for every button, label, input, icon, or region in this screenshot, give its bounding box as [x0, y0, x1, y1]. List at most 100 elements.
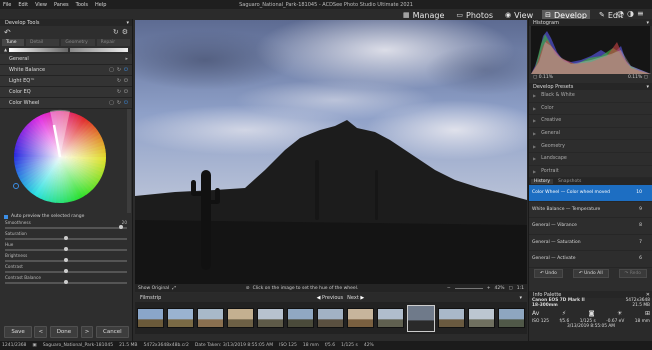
pin-icon[interactable]: ▾	[126, 20, 129, 26]
image-viewer[interactable]	[135, 20, 527, 286]
preset-category[interactable]: ▶ Geometry	[529, 140, 652, 153]
tab-snapshots[interactable]: Snapshots	[555, 179, 584, 184]
stats-icon[interactable]: ◔	[617, 9, 624, 18]
warning-icon[interactable]: ▲	[4, 47, 7, 52]
pin-icon[interactable]: ▾	[646, 84, 649, 90]
slider-track[interactable]	[5, 258, 127, 262]
menu-file[interactable]: File	[3, 2, 11, 8]
eyedropper-icon[interactable]: ⊘	[246, 286, 250, 291]
zoom-level[interactable]: 42%	[494, 286, 504, 291]
preset-category[interactable]: ▶ Color	[529, 103, 652, 116]
done-button[interactable]: Done	[49, 326, 79, 338]
filmstrip-thumbnail[interactable]	[468, 308, 495, 328]
reset-icon[interactable]: ↻	[117, 89, 121, 95]
section-general[interactable]: General ▸	[0, 54, 132, 65]
filmstrip-thumbnail[interactable]	[498, 308, 525, 328]
undo-all-button[interactable]: ↶ Undo All	[572, 269, 609, 279]
history-item[interactable]: General — Saturation 7	[529, 235, 652, 252]
power-icon[interactable]: ⏻	[124, 67, 128, 73]
save-button[interactable]: Save	[4, 326, 32, 338]
tab-tune[interactable]: Tune	[2, 39, 24, 46]
pin-icon[interactable]: ▾	[646, 20, 649, 26]
menu-view[interactable]: View	[35, 2, 47, 8]
reset-icon[interactable]: ↻	[117, 67, 121, 73]
preset-category[interactable]: ▶ Black & White	[529, 90, 652, 103]
menu-icon[interactable]: ≡	[637, 9, 644, 18]
preset-category[interactable]: ▶ General	[529, 128, 652, 141]
zoom-minus-icon[interactable]: −	[447, 286, 451, 291]
adjust-slider[interactable]: Brightness	[0, 253, 132, 262]
preset-category[interactable]: ▶ Creative	[529, 115, 652, 128]
cancel-button[interactable]: Cancel	[96, 326, 129, 338]
collapse-icon[interactable]: ▸	[125, 56, 128, 62]
smoothness-slider[interactable]: Smoothness 20	[0, 220, 132, 229]
next-button[interactable]: Next ▶	[347, 295, 364, 301]
slider-track[interactable]	[5, 236, 127, 240]
history-item[interactable]: White Balance — Temperature 9	[529, 202, 652, 219]
menu-help[interactable]: Help	[95, 2, 106, 8]
preset-category[interactable]: ▶ Landscape	[529, 153, 652, 166]
menu-tools[interactable]: Tools	[76, 2, 88, 8]
slider-knob[interactable]	[64, 280, 68, 284]
preset-category[interactable]: ▶ Portrait	[529, 166, 652, 179]
mode-manage[interactable]: ▦ Manage	[400, 10, 447, 21]
history-item[interactable]: General — Activate 6	[529, 251, 652, 268]
filmstrip-thumbnail[interactable]	[377, 308, 404, 328]
reset-icon[interactable]: ↻	[117, 100, 121, 106]
section-white-balance[interactable]: White Balance ▢ ↻ ⏻	[0, 65, 132, 76]
slider-knob[interactable]	[64, 247, 68, 251]
reset-icon[interactable]: ↻	[113, 28, 119, 36]
settings-icon[interactable]: ⚙	[122, 28, 128, 36]
copy-icon[interactable]: ▢	[109, 67, 114, 73]
previous-button[interactable]: ◀ Previous	[317, 295, 344, 301]
redo-button[interactable]: ↷ Redo	[618, 269, 648, 279]
zoom-slider[interactable]	[454, 287, 483, 289]
filmstrip-thumbnail[interactable]	[197, 308, 224, 328]
filmstrip-thumbnail[interactable]	[317, 308, 344, 328]
adjust-slider[interactable]: Contrast	[0, 264, 132, 273]
dashboard-icon[interactable]: ◑	[627, 9, 634, 18]
menu-edit[interactable]: Edit	[18, 2, 28, 8]
reset-icon[interactable]: ↻	[117, 78, 121, 84]
menu-panes[interactable]: Panes	[54, 2, 69, 8]
adjust-slider[interactable]: Contrast Balance	[0, 275, 132, 284]
adjust-slider[interactable]: Saturation	[0, 231, 132, 240]
panel-scrollbar[interactable]	[127, 109, 131, 213]
tab-detail[interactable]: Detail	[26, 39, 60, 46]
filmstrip-thumbnail[interactable]	[227, 308, 254, 328]
auto-preview-checkbox[interactable]	[4, 214, 8, 219]
filmstrip-thumbnail[interactable]	[407, 304, 435, 332]
filmstrip-thumbnail[interactable]	[257, 308, 284, 328]
adjust-slider[interactable]: Hue	[0, 242, 132, 251]
tab-geometry[interactable]: Geometry	[61, 39, 95, 46]
expand-icon[interactable]: ⤢	[172, 285, 176, 291]
prev-arrow-icon[interactable]: <	[34, 326, 48, 338]
fit-icon[interactable]: ▢	[508, 286, 512, 291]
filmstrip-thumbnail[interactable]	[438, 308, 465, 328]
show-original-button[interactable]: Show Original	[135, 286, 172, 291]
history-item[interactable]: Color Wheel — Color wheel moved 10	[529, 185, 652, 202]
slider-track[interactable]	[5, 280, 127, 284]
copy-icon[interactable]: ▢	[109, 100, 114, 106]
actual-size-icon[interactable]: 1:1	[517, 286, 524, 291]
undo-arrow-icon[interactable]: ↶	[4, 28, 11, 37]
next-arrow-icon[interactable]: >	[80, 326, 94, 338]
filmstrip-thumbnail[interactable]	[287, 308, 314, 328]
slider-knob[interactable]	[64, 269, 68, 273]
slider-knob[interactable]	[118, 225, 123, 229]
filmstrip-thumbnail[interactable]	[347, 308, 374, 328]
power-icon[interactable]: ⏻	[124, 78, 128, 84]
filmstrip-thumbnail[interactable]	[137, 308, 164, 328]
slider-track[interactable]	[5, 269, 127, 273]
close-icon[interactable]: ✕	[646, 292, 650, 298]
slider-track[interactable]	[5, 225, 127, 229]
power-icon[interactable]: ⏻	[124, 100, 128, 106]
slider-knob[interactable]	[64, 258, 68, 262]
highlight-clip-icon[interactable]: ▢	[642, 75, 648, 80]
section-color-eq[interactable]: Color EQ ↻ ⏻	[0, 87, 132, 98]
undo-button[interactable]: ↶ Undo	[533, 269, 563, 279]
section-light-eq[interactable]: Light EQ™ ↻ ⏻	[0, 76, 132, 87]
section-color-wheel[interactable]: Color Wheel ▢ ↻ ⏻	[0, 98, 132, 109]
zoom-plus-icon[interactable]: +	[487, 286, 491, 291]
slider-track[interactable]	[5, 247, 127, 251]
